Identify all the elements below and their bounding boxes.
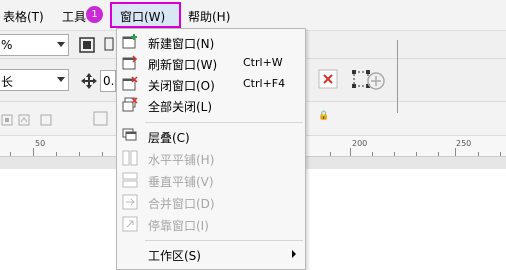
- menu-item-shortcut: Ctrl+W: [243, 56, 283, 69]
- step-badge: 1: [86, 6, 103, 23]
- ruler-tick: [56, 152, 57, 156]
- font-combo-value: 长: [1, 75, 14, 89]
- ruler-label: 250: [456, 139, 472, 148]
- ruler-tick: [372, 152, 373, 156]
- menu-item-label: 新建窗口(N): [148, 37, 215, 51]
- menu-item-close-all[interactable]: 全部关闭(L): [117, 95, 305, 116]
- submenu-arrow-icon: [292, 250, 296, 258]
- menu-item-label: 垂直平铺(V): [148, 175, 214, 189]
- menu-item-label: 停靠窗口(I): [148, 219, 209, 233]
- ruler-label: 200: [352, 139, 368, 148]
- full-screen-icon[interactable]: [78, 36, 96, 54]
- zoom-value: %: [1, 38, 13, 52]
- refresh-window-icon: [122, 55, 138, 70]
- ruler-tick: [350, 148, 351, 156]
- delete-x-icon[interactable]: [318, 69, 338, 89]
- menu-separator: [145, 240, 303, 241]
- menu-bar: 表格(T) 工具 1 窗口(W) 帮助(H): [0, 0, 506, 31]
- zoom-combo[interactable]: %: [0, 34, 69, 56]
- align-icon[interactable]: [1, 113, 15, 127]
- menu-item-label: 层叠(C): [148, 131, 190, 145]
- chevron-down-icon: [57, 42, 65, 47]
- menu-help[interactable]: 帮助(H): [188, 8, 230, 25]
- lock-icon[interactable]: 🔒: [318, 111, 329, 121]
- close-all-icon: [122, 97, 138, 112]
- menu-item-cascade[interactable]: 层叠(C): [117, 126, 305, 147]
- tile-vertical-icon: [122, 172, 138, 188]
- ruler-tick: [79, 152, 80, 156]
- new-window-icon: [122, 34, 137, 49]
- menu-item-merge-window[interactable]: 合并窗口(D): [117, 192, 305, 213]
- guideline: [397, 40, 398, 113]
- menu-item-tile-horizontal[interactable]: 水平平铺(H): [117, 148, 305, 169]
- menu-item-new-window[interactable]: 新建窗口(N): [117, 32, 305, 53]
- move-icon[interactable]: [80, 72, 98, 90]
- cascade-icon: [122, 128, 137, 141]
- ruler-tick: [478, 152, 479, 156]
- dock-window-icon: [122, 216, 138, 232]
- ruler-tick: [10, 152, 11, 156]
- ruler-tick: [33, 148, 34, 156]
- x-position-field[interactable]: 0.: [100, 70, 116, 92]
- ruler-label: 50: [35, 139, 46, 148]
- ruler-tick: [500, 152, 501, 156]
- close-window-icon: [122, 76, 138, 91]
- ruler-tick: [102, 152, 103, 156]
- menu-item-refresh-window[interactable]: 刷新窗口(W) Ctrl+W: [117, 53, 305, 74]
- menu-item-shortcut: Ctrl+F4: [243, 77, 286, 90]
- menu-item-label: 关闭窗口(O): [148, 79, 215, 93]
- x-position-value: 0.: [103, 74, 115, 88]
- ruler-tick: [330, 152, 331, 156]
- menu-item-workspace[interactable]: 工作区(S): [117, 244, 305, 265]
- menu-item-tile-vertical[interactable]: 垂直平铺(V): [117, 170, 305, 191]
- menu-item-dock-window[interactable]: 停靠窗口(I): [117, 214, 305, 235]
- font-combo[interactable]: 长: [0, 69, 69, 91]
- menu-separator: [145, 122, 303, 123]
- arrange-icon[interactable]: [40, 113, 54, 127]
- window-menu-dropdown: 新建窗口(N) 刷新窗口(W) Ctrl+W 关闭窗口(O) Ctrl+F4 全…: [116, 28, 306, 270]
- menu-item-label: 水平平铺(H): [148, 153, 215, 167]
- menu-tools[interactable]: 工具: [62, 8, 86, 25]
- ruler-tick: [416, 152, 417, 156]
- menu-item-label: 合并窗口(D): [148, 197, 215, 211]
- add-icon[interactable]: [366, 71, 386, 91]
- chevron-down-icon: [57, 77, 65, 82]
- merge-window-icon: [122, 194, 138, 210]
- frame-icon[interactable]: [92, 110, 110, 128]
- menu-item-label: 工作区(S): [148, 249, 201, 263]
- menu-item-close-window[interactable]: 关闭窗口(O) Ctrl+F4: [117, 74, 305, 95]
- menu-item-label: 全部关闭(L): [148, 100, 213, 114]
- ruler-tick: [455, 148, 456, 156]
- group-icon[interactable]: [18, 113, 32, 127]
- menu-item-label: 刷新窗口(W): [148, 58, 218, 72]
- menu-window-label: 窗口(W): [120, 10, 166, 24]
- page-view-icon[interactable]: [104, 36, 114, 54]
- ruler-tick: [438, 152, 439, 156]
- menu-table[interactable]: 表格(T): [3, 8, 44, 25]
- ruler-tick: [394, 152, 395, 156]
- tile-horizontal-icon: [122, 150, 138, 166]
- menu-window[interactable]: 窗口(W): [110, 2, 181, 28]
